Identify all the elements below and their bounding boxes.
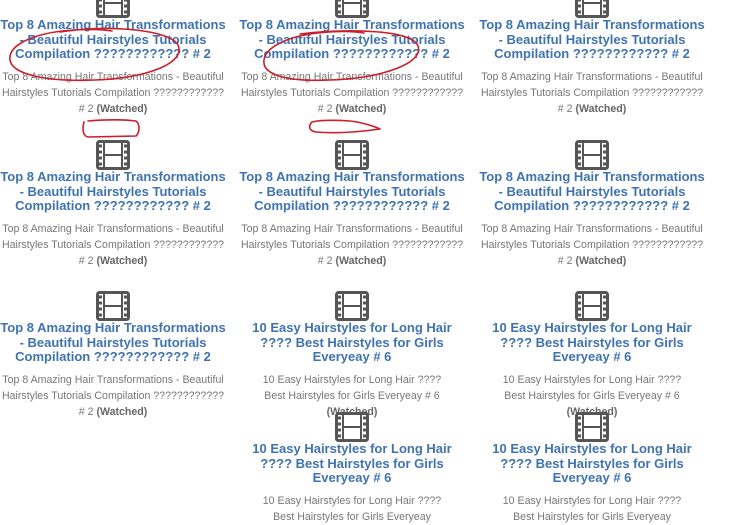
video-description: Top 8 Amazing Hair Transformations - Bea…	[480, 70, 703, 115]
video-card[interactable]: Top 8 Amazing Hair Transformations - Bea…	[479, 140, 705, 269]
video-card[interactable]: Top 8 Amazing Hair Transformations - Bea…	[0, 291, 226, 420]
video-title-link[interactable]: Top 8 Amazing Hair Transformations - Bea…	[239, 169, 465, 214]
video-card[interactable]: Top 8 Amazing Hair Transformations - Bea…	[479, 0, 705, 117]
video-description: Top 8 Amazing Hair Transformations - Bea…	[240, 70, 463, 115]
film-icon[interactable]	[335, 0, 369, 18]
film-icon[interactable]	[575, 412, 609, 442]
video-title-link[interactable]: 10 Easy Hairstyles for Long Hair ???? Be…	[479, 320, 705, 365]
video-description: 10 Easy Hairstyles for Long Hair ???? Be…	[502, 494, 682, 523]
video-card[interactable]: Top 8 Amazing Hair Transformations - Bea…	[239, 140, 465, 269]
watched-badge: (Watched)	[335, 102, 387, 115]
video-card[interactable]: Top 8 Amazing Hair Transformations - Bea…	[0, 140, 226, 269]
watched-badge: (Watched)	[96, 102, 148, 115]
video-title-link[interactable]: Top 8 Amazing Hair Transformations - Bea…	[479, 17, 705, 62]
video-card[interactable]: 10 Easy Hairstyles for Long Hair ???? Be…	[479, 291, 705, 420]
film-icon[interactable]	[96, 140, 130, 170]
film-icon[interactable]	[96, 0, 130, 18]
video-title-link[interactable]: Top 8 Amazing Hair Transformations - Bea…	[0, 17, 226, 62]
video-card[interactable]: 10 Easy Hairstyles for Long Hair ???? Be…	[479, 412, 705, 525]
annotation-mark-watched-2	[308, 119, 381, 134]
film-icon[interactable]	[335, 140, 369, 170]
video-card[interactable]: Top 8 Amazing Hair Transformations - Bea…	[0, 0, 226, 117]
video-description: Top 8 Amazing Hair Transformations - Bea…	[1, 70, 224, 115]
video-title-link[interactable]: Top 8 Amazing Hair Transformations - Bea…	[239, 17, 465, 62]
video-description: Top 8 Amazing Hair Transformations - Bea…	[240, 222, 463, 267]
video-card[interactable]: 10 Easy Hairstyles for Long Hair ???? Be…	[239, 291, 465, 420]
film-icon[interactable]	[335, 412, 369, 442]
video-title-link[interactable]: 10 Easy Hairstyles for Long Hair ???? Be…	[239, 441, 465, 486]
film-icon[interactable]	[335, 291, 369, 321]
film-icon[interactable]	[575, 0, 609, 18]
video-title-link[interactable]: 10 Easy Hairstyles for Long Hair ???? Be…	[239, 320, 465, 365]
video-description: Top 8 Amazing Hair Transformations - Bea…	[1, 222, 224, 267]
watched-badge: (Watched)	[575, 254, 627, 267]
video-card[interactable]: 10 Easy Hairstyles for Long Hair ???? Be…	[239, 412, 465, 525]
video-description: Top 8 Amazing Hair Transformations - Bea…	[1, 373, 224, 418]
annotation-mark-watched-1	[82, 119, 140, 138]
video-title-link[interactable]: Top 8 Amazing Hair Transformations - Bea…	[0, 320, 226, 365]
watched-badge: (Watched)	[96, 405, 148, 418]
watched-badge: (Watched)	[575, 102, 627, 115]
film-icon[interactable]	[96, 291, 130, 321]
watched-badge: (Watched)	[335, 254, 387, 267]
video-description: Top 8 Amazing Hair Transformations - Bea…	[480, 222, 703, 267]
film-icon[interactable]	[575, 291, 609, 321]
video-description: 10 Easy Hairstyles for Long Hair ???? Be…	[262, 494, 442, 523]
watched-badge: (Watched)	[96, 254, 148, 267]
video-title-link[interactable]: Top 8 Amazing Hair Transformations - Bea…	[479, 169, 705, 214]
film-icon[interactable]	[575, 140, 609, 170]
video-card[interactable]: Top 8 Amazing Hair Transformations - Bea…	[239, 0, 465, 117]
video-title-link[interactable]: 10 Easy Hairstyles for Long Hair ???? Be…	[479, 441, 705, 486]
video-title-link[interactable]: Top 8 Amazing Hair Transformations - Bea…	[0, 169, 226, 214]
